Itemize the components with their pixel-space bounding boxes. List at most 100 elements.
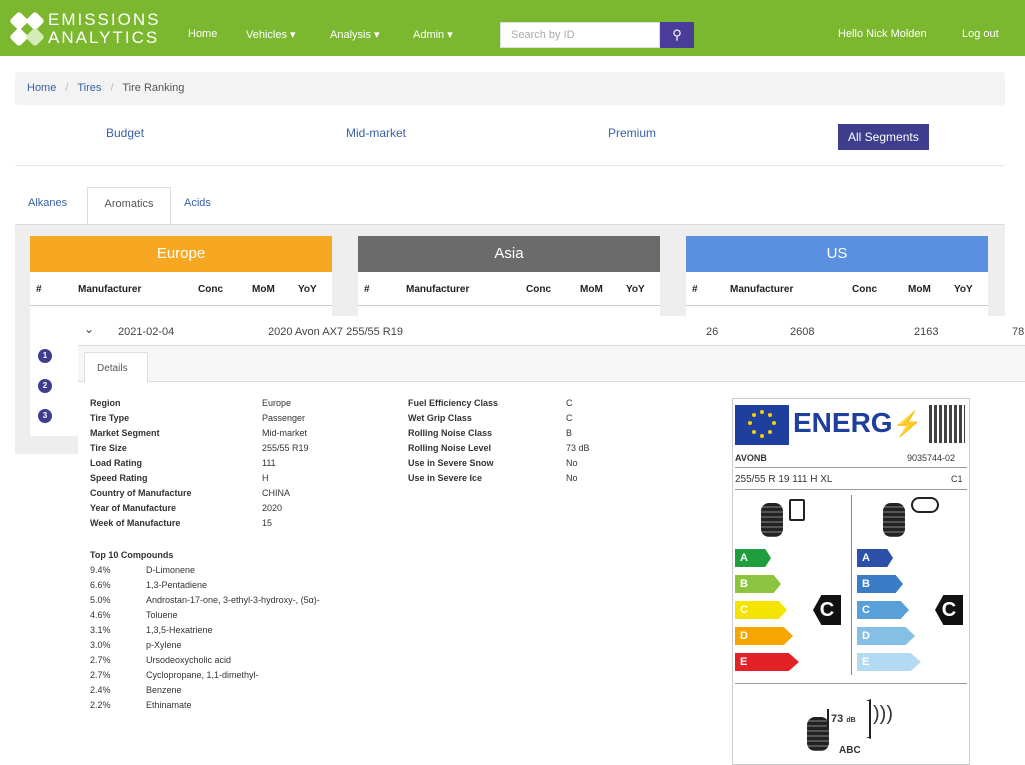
tire-icon	[883, 503, 905, 537]
fuel-class-d: D	[735, 627, 793, 645]
search-button[interactable]: ⚲	[660, 22, 694, 48]
compound-percent: 9.4%	[90, 565, 111, 575]
spec-value: No	[566, 458, 578, 468]
compound-name: Ethinamate	[146, 700, 192, 710]
tab-details[interactable]: Details	[84, 352, 148, 383]
col-num: #	[692, 284, 698, 295]
noise-db-unit: dB	[846, 717, 856, 724]
col-manufacturer[interactable]: Manufacturer	[78, 284, 141, 295]
col-mom[interactable]: MoM	[580, 284, 603, 295]
tire-icon	[807, 717, 829, 751]
fuel-rating-indicator: C	[813, 595, 841, 625]
noise-class-scale: ABC	[839, 745, 861, 756]
col-yoy[interactable]: YoY	[298, 284, 317, 295]
rank-badge: 1	[38, 349, 52, 363]
spec-value: H	[262, 473, 269, 483]
col-conc[interactable]: Conc	[198, 284, 223, 295]
compound-percent: 2.7%	[90, 670, 111, 680]
rank-badge: 2	[38, 379, 52, 393]
compound-percent: 2.4%	[90, 685, 111, 695]
segment-premium[interactable]: Premium	[608, 126, 656, 140]
logo-mark-icon	[9, 11, 46, 47]
lightning-icon: ⚡	[892, 411, 923, 438]
logout-link[interactable]: Log out	[962, 28, 999, 40]
spec-value: Passenger	[262, 413, 306, 423]
noise-db-number: 73	[831, 713, 844, 725]
compound-percent: 4.6%	[90, 610, 111, 620]
spec-label: Rolling Noise Class	[408, 428, 493, 438]
wet-class-c: C	[857, 601, 909, 619]
col-mom[interactable]: MoM	[252, 284, 275, 295]
wet-rating-indicator: C	[935, 595, 963, 625]
spec-label: Load Rating	[90, 458, 142, 468]
breadcrumb: Home / Tires / Tire Ranking	[15, 72, 1005, 105]
compound-name: 1,3-Pentadiene	[146, 580, 208, 590]
label-code: 9035744-02	[907, 453, 956, 463]
col-yoy[interactable]: YoY	[954, 284, 973, 295]
spec-value: Europe	[262, 398, 292, 408]
fuel-pump-icon	[789, 499, 805, 521]
col-manufacturer[interactable]: Manufacturer	[730, 284, 793, 295]
row-yoy: 2163	[914, 326, 939, 338]
spec-label: Tire Size	[90, 443, 127, 453]
tab-aromatics[interactable]: Aromatics	[87, 187, 171, 225]
compound-percent: 6.6%	[90, 580, 111, 590]
region-header-asia: Asia	[358, 236, 660, 272]
breadcrumb-separator: /	[110, 82, 114, 94]
col-mom[interactable]: MoM	[908, 284, 931, 295]
divider	[735, 489, 967, 490]
nav-home[interactable]: Home	[188, 28, 217, 40]
spec-label: Market Segment	[90, 428, 160, 438]
compound-name: p-Xylene	[146, 640, 182, 650]
energy-title: ENERG⚡	[793, 407, 922, 439]
chevron-down-icon[interactable]: ⌄	[84, 322, 94, 336]
emissions-analytics-logo[interactable]: EMISSIONS ANALYTICS	[9, 9, 170, 49]
row-extra: 78	[1012, 326, 1025, 338]
spec-label: Year of Manufacture	[90, 503, 177, 513]
row-tire: 2020 Avon AX7 255/55 R19	[268, 326, 403, 338]
segment-mid-market[interactable]: Mid-market	[346, 126, 406, 140]
spec-label: Fuel Efficiency Class	[408, 398, 499, 408]
spec-label: Speed Rating	[90, 473, 148, 483]
spec-label: Tire Type	[90, 413, 130, 423]
col-conc[interactable]: Conc	[852, 284, 877, 295]
breadcrumb-separator: /	[65, 82, 69, 94]
tab-alkanes[interactable]: Alkanes	[28, 197, 67, 209]
row-date: 2021-02-04	[118, 326, 175, 338]
compound-name: Benzene	[146, 685, 182, 695]
table-header: # Manufacturer Conc MoM YoY	[30, 272, 332, 306]
row-mom: 2608	[790, 326, 815, 338]
expanded-row[interactable]: ⌄ 2021-02-04 2020 Avon AX7 255/55 R19 26…	[78, 316, 1025, 346]
fuel-class-b: B	[735, 575, 781, 593]
search-input[interactable]: Search by ID	[500, 22, 660, 48]
nav-vehicles-dropdown[interactable]: Vehicles ▾	[246, 28, 296, 41]
wet-class-b: B	[857, 575, 903, 593]
rank-badge: 3	[38, 409, 52, 423]
spec-value: No	[566, 473, 578, 483]
spec-label: Country of Manufacture	[90, 488, 192, 498]
compound-percent: 3.1%	[90, 625, 111, 635]
compound-name: Androstan-17-one, 3-ethyl-3-hydroxy-, (5…	[146, 595, 320, 605]
segment-all-segments[interactable]: All Segments	[838, 124, 929, 150]
segment-budget[interactable]: Budget	[106, 126, 144, 140]
spec-value: CHINA	[262, 488, 291, 498]
spec-label: Region	[90, 398, 121, 408]
col-conc[interactable]: Conc	[526, 284, 551, 295]
col-manufacturer[interactable]: Manufacturer	[406, 284, 469, 295]
compound-name: 1,3,5-Hexatriene	[146, 625, 213, 635]
nav-admin-dropdown[interactable]: Admin ▾	[413, 28, 453, 41]
search-icon: ⚲	[672, 27, 682, 42]
col-yoy[interactable]: YoY	[626, 284, 645, 295]
region-header-europe: Europe	[30, 236, 332, 272]
breadcrumb-tires[interactable]: Tires	[77, 82, 101, 94]
nav-analysis-dropdown[interactable]: Analysis ▾	[330, 28, 380, 41]
region-header-us: US	[686, 236, 988, 272]
rank-column: 1 2 3	[30, 346, 78, 436]
wet-class-d: D	[857, 627, 915, 645]
qr-code-icon	[929, 405, 965, 443]
spec-value: B	[566, 428, 573, 438]
eu-flag-icon	[735, 405, 789, 445]
compounds-title: Top 10 Compounds	[90, 550, 174, 560]
breadcrumb-home[interactable]: Home	[27, 82, 56, 94]
tab-acids[interactable]: Acids	[184, 197, 211, 209]
